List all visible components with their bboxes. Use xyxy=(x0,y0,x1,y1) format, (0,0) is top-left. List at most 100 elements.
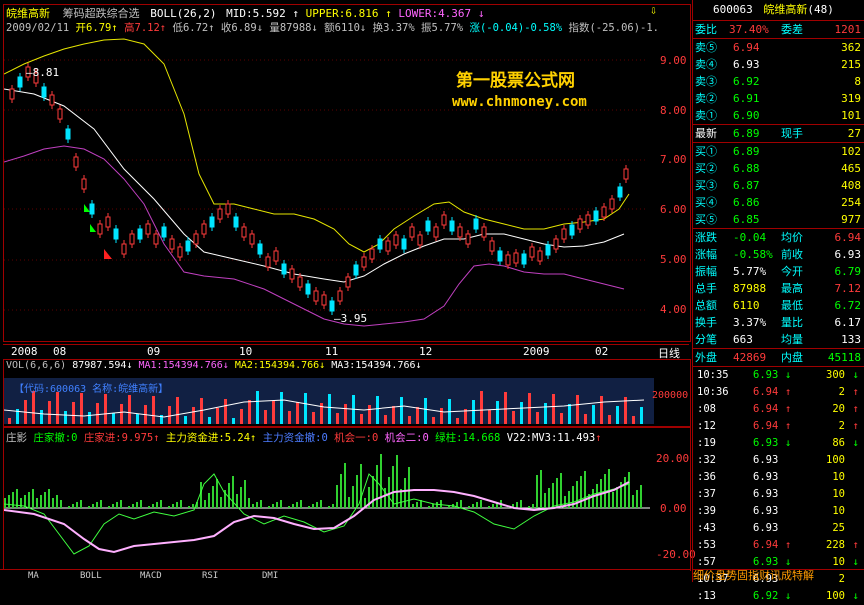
bar-amplitude: 振5.77% xyxy=(421,22,464,34)
candle-body xyxy=(345,276,351,288)
candle-body xyxy=(561,228,567,240)
candle-body xyxy=(289,268,295,280)
volume-bar xyxy=(384,415,387,424)
volume-bar xyxy=(480,391,483,424)
indicator-chart-svg xyxy=(4,454,650,555)
sell-row[interactable]: 卖⑤ 6.94 362 xyxy=(693,39,864,56)
indicator-bar xyxy=(272,504,274,508)
sell-row[interactable]: 卖④ 6.93 215 xyxy=(693,56,864,73)
tick-arrow-icon: ↑ xyxy=(785,420,792,432)
volume-bar xyxy=(512,411,515,424)
buy-row[interactable]: 买③ 6.87 408 xyxy=(693,177,864,194)
tick-row[interactable]: :19 6.93 ↓ 86 ↓ xyxy=(693,435,864,452)
tick-row[interactable]: :43 6.93 25 xyxy=(693,520,864,537)
tab-macd[interactable]: MACD xyxy=(140,570,162,582)
bar-low: 低6.72 xyxy=(172,22,209,34)
indicator-bar xyxy=(60,500,62,508)
tab-boll[interactable]: BOLL xyxy=(80,570,102,582)
candle-body xyxy=(465,233,471,245)
vol-ma1: MA1:154394.766 xyxy=(138,360,223,371)
candle-body xyxy=(409,226,415,238)
indicator-bar xyxy=(328,506,330,508)
tick-side-icon: ↑ xyxy=(852,420,859,432)
tick-row[interactable]: :12 6.94 ↑ 2 ↑ xyxy=(693,418,864,435)
volume-bar xyxy=(216,408,219,424)
indicator-bar xyxy=(448,506,450,508)
time-tick: 2008 xyxy=(11,345,38,358)
volume-bar xyxy=(152,396,155,424)
volume-bar xyxy=(344,404,347,424)
volume-bar xyxy=(312,412,315,424)
sell-row[interactable]: 卖① 6.90 101 xyxy=(693,107,864,124)
volume-bar xyxy=(432,417,435,424)
candle-body xyxy=(41,86,47,98)
indicator-bar xyxy=(32,489,34,508)
tick-row[interactable]: :37 6.93 10 xyxy=(693,486,864,503)
volume-bar xyxy=(88,412,91,424)
indicator-bar xyxy=(108,506,110,508)
indicator-bar xyxy=(44,492,46,508)
buy-row[interactable]: 买④ 6.86 254 xyxy=(693,194,864,211)
tick-price: 6.93 xyxy=(753,437,779,449)
high-price-label: —8.81 xyxy=(26,66,60,79)
tick-row[interactable]: :36 6.93 10 xyxy=(693,469,864,486)
indicator-bar xyxy=(388,477,390,508)
sidebar-footer-tabs[interactable]: 细价盘势固指财讯成特解 xyxy=(693,569,864,582)
volume-bar xyxy=(240,409,243,424)
tick-row[interactable]: :39 6.93 10 xyxy=(693,503,864,520)
tick-time: :13 xyxy=(697,590,716,602)
tick-time: :37 xyxy=(697,488,716,500)
stats-row: 换手 3.37% 量比 6.17 xyxy=(695,316,861,329)
indicator-bar xyxy=(52,498,54,508)
sell-row[interactable]: 卖③ 6.92 8 xyxy=(693,73,864,90)
tick-row[interactable]: :53 6.94 ↑ 228 ↑ xyxy=(693,537,864,554)
volume-bar xyxy=(40,410,43,424)
candle-body xyxy=(185,240,191,252)
tab-dmi[interactable]: DMI xyxy=(262,570,278,582)
bar-index: 指数(-25.06)-1. xyxy=(568,22,660,34)
sell-row[interactable]: 卖② 6.91 319 xyxy=(693,90,864,107)
price-tick-5: 4.00 xyxy=(660,303,687,316)
tick-time: :19 xyxy=(697,437,716,449)
tick-row[interactable]: 10:35 6.93 ↓ 300 ↓ xyxy=(693,367,864,384)
buy-row[interactable]: 买⑤ 6.85 977 xyxy=(693,211,864,228)
formula-name: 筹码超跌综合选 xyxy=(62,7,140,20)
vol-label: VOL(6,6,6) xyxy=(6,360,67,371)
tick-row[interactable]: :08 6.94 ↑ 20 ↑ xyxy=(693,401,864,418)
indicator-tabbar: MA BOLL MACD RSI DMI xyxy=(0,569,690,582)
tick-volume: 100 xyxy=(826,454,845,466)
buy-row[interactable]: 买① 6.89 102 xyxy=(693,143,864,160)
scroll-down-icon[interactable]: ⇩ xyxy=(650,4,662,16)
tick-side-icon: ↑ xyxy=(852,539,859,551)
volume-bar xyxy=(640,407,643,424)
volume-axis-label: 200000 xyxy=(652,390,689,401)
bar-amount: 额6110 xyxy=(324,22,360,34)
tick-row[interactable]: :32 6.93 100 xyxy=(693,452,864,469)
indicator-bar xyxy=(528,506,530,508)
candle-body xyxy=(145,223,151,235)
indicator-bar xyxy=(148,506,150,508)
volume-bar xyxy=(304,393,307,424)
buy-marker-red xyxy=(104,249,112,259)
volume-bar xyxy=(336,413,339,424)
buy-row[interactable]: 买② 6.88 465 xyxy=(693,160,864,177)
candle-body xyxy=(233,216,239,228)
tab-rsi[interactable]: RSI xyxy=(202,570,218,582)
volume-bar xyxy=(248,400,251,424)
indicator-bar xyxy=(624,477,626,508)
volume-bar xyxy=(256,391,259,424)
indicator-bar xyxy=(40,495,42,508)
ind-b: 庄家进:9.975 xyxy=(83,432,154,444)
tick-row[interactable]: :13 6.92 ↓ 100 ↓ xyxy=(693,588,864,605)
tab-ma[interactable]: MA xyxy=(28,570,39,582)
indicator-header: 庄影 庄家撤:0 庄家进:9.975↑ 主力资金进:5.24↑ 主力资金撤:0 … xyxy=(6,432,602,444)
volume-bar xyxy=(328,394,331,424)
volume-bar xyxy=(128,395,131,424)
candle-body xyxy=(497,250,503,262)
tick-price: 6.94 xyxy=(753,420,779,432)
tick-row[interactable]: 10:36 6.94 ↑ 2 ↑ xyxy=(693,384,864,401)
volume-bar xyxy=(488,410,491,424)
candle-body xyxy=(129,233,135,245)
candle-body xyxy=(593,210,599,222)
watermark-cn: 第一股票公式网 xyxy=(456,71,575,91)
